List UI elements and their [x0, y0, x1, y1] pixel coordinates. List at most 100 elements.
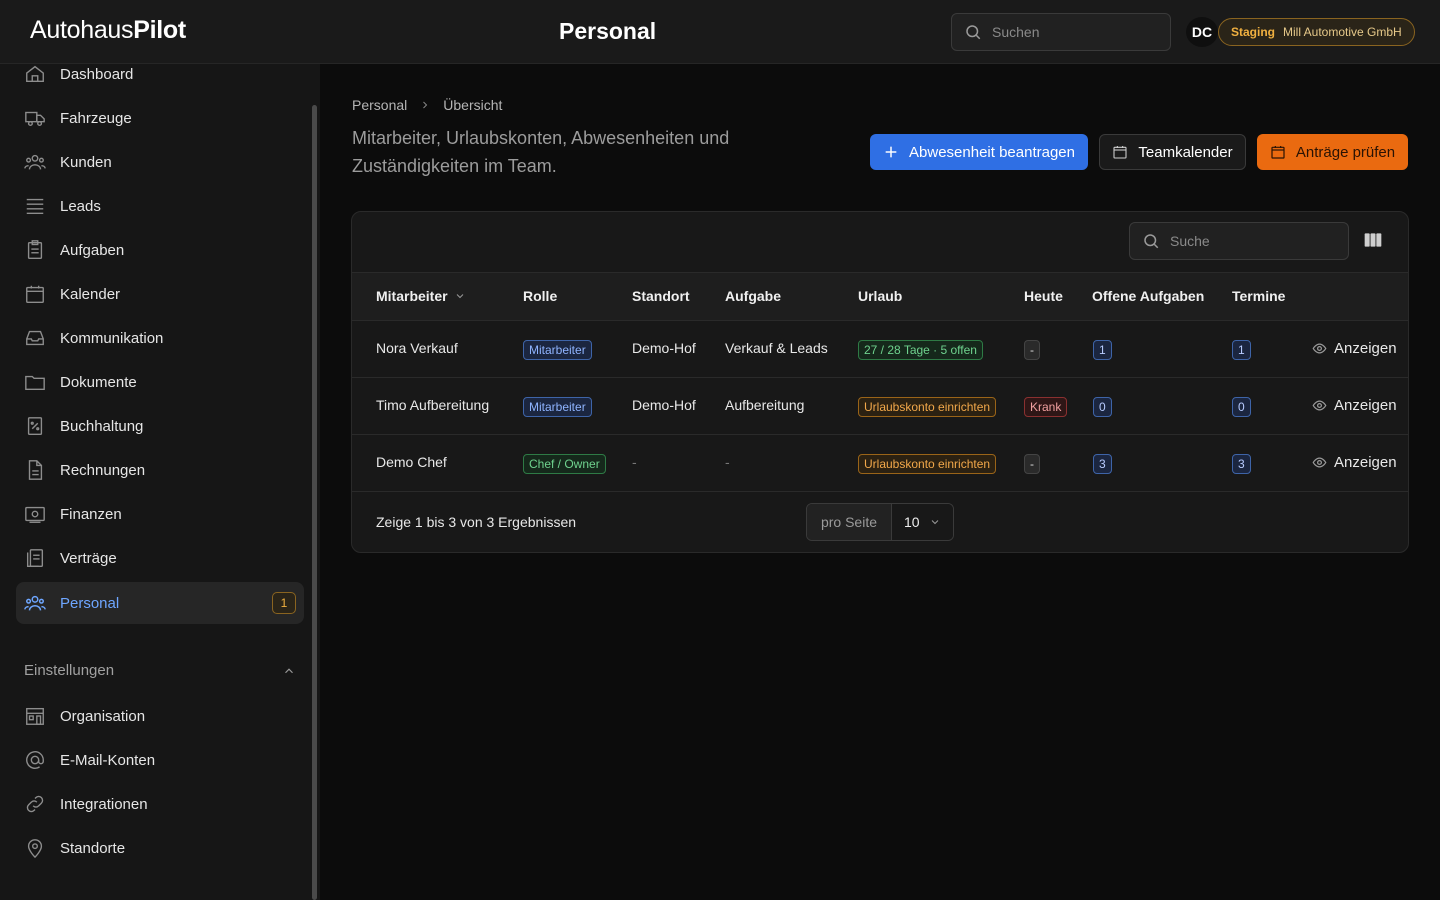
eye-icon — [1312, 457, 1327, 468]
at-icon — [24, 749, 46, 771]
sidebar: Dashboard Fahrzeuge Kunden Leads Aufgabe… — [0, 64, 320, 900]
per-page-dropdown[interactable]: 10 — [892, 504, 953, 540]
vacation-badge[interactable]: Urlaubskonto einrichten — [858, 397, 997, 417]
calendar-icon — [1271, 146, 1285, 159]
chevron-down-icon — [456, 294, 463, 299]
sidebar-item-dashboard[interactable]: Dashboard — [16, 54, 304, 94]
app-logo[interactable]: AutohausPilot — [30, 16, 186, 45]
chevron-down-icon — [931, 520, 939, 525]
column-header-offene-aufgaben[interactable]: Offene Aufgaben — [1092, 288, 1204, 304]
column-header-rolle[interactable]: Rolle — [523, 288, 557, 304]
banknote-icon — [24, 503, 46, 525]
sidebar-item-kalender[interactable]: Kalender — [16, 274, 304, 314]
per-page-select[interactable]: pro Seite 10 — [806, 503, 954, 541]
table-row[interactable]: Nora Verkauf Mitarbeiter Demo-Hof Verkau… — [352, 321, 1408, 378]
sidebar-item-email-konten[interactable]: E-Mail-Konten — [16, 740, 304, 780]
today-badge: Krank — [1024, 397, 1068, 417]
column-header-standort[interactable]: Standort — [632, 288, 690, 304]
sidebar-item-label: Aufgaben — [60, 241, 125, 259]
sidebar-item-label: Dokumente — [60, 373, 137, 391]
list-icon — [24, 195, 46, 217]
sidebar-item-kunden[interactable]: Kunden — [16, 142, 304, 182]
sidebar-item-leads[interactable]: Leads — [16, 186, 304, 226]
appointments-count: 3 — [1232, 454, 1251, 474]
chevron-right-icon — [423, 101, 428, 109]
view-button[interactable]: Anzeigen — [1312, 454, 1397, 471]
location-cell: Demo-Hof — [632, 397, 696, 413]
location-cell: - — [632, 454, 637, 470]
building-icon — [24, 705, 46, 727]
view-button[interactable]: Anzeigen — [1312, 397, 1397, 414]
team-calendar-button[interactable]: Teamkalender — [1099, 134, 1246, 170]
sidebar-item-aufgaben[interactable]: Aufgaben — [16, 230, 304, 270]
table-row[interactable]: Demo Chef Chef / Owner - - Urlaubskonto … — [352, 435, 1408, 492]
column-header-termine[interactable]: Termine — [1232, 288, 1285, 304]
table-search-input[interactable] — [1170, 233, 1320, 249]
sidebar-item-label: Kommunikation — [60, 329, 164, 347]
role-badge: Mitarbeiter — [523, 340, 592, 360]
breadcrumb-item-personal[interactable]: Personal — [352, 97, 407, 113]
map-pin-icon — [24, 837, 46, 859]
sidebar-item-label: Kunden — [60, 153, 112, 171]
eye-icon — [1312, 343, 1327, 354]
review-requests-button[interactable]: Anträge prüfen — [1257, 134, 1408, 170]
global-search[interactable] — [951, 13, 1171, 51]
request-absence-button[interactable]: Abwesenheit beantragen — [870, 134, 1088, 170]
pagination-summary: Zeige 1 bis 3 von 3 Ergebnissen — [376, 514, 577, 530]
table-row[interactable]: Timo Aufbereitung Mitarbeiter Demo-Hof A… — [352, 378, 1408, 435]
team-calendar-label: Teamkalender — [1138, 143, 1233, 161]
column-header-label: Mitarbeiter — [376, 288, 448, 304]
sidebar-item-buchhaltung[interactable]: Buchhaltung — [16, 406, 304, 446]
column-header-urlaub[interactable]: Urlaub — [858, 288, 902, 304]
employee-name: Timo Aufbereitung — [376, 397, 490, 413]
contract-icon — [24, 547, 46, 569]
sidebar-item-finanzen[interactable]: Finanzen — [16, 494, 304, 534]
sidebar-item-label: E-Mail-Konten — [60, 751, 156, 769]
table-header: Mitarbeiter Rolle Standort Aufgabe Urlau… — [352, 272, 1408, 321]
sidebar-item-label: Buchhaltung — [60, 417, 144, 435]
users-icon — [24, 151, 46, 173]
settings-section-toggle[interactable]: Einstellungen — [24, 662, 296, 679]
task-cell: Verkauf & Leads — [725, 340, 828, 356]
page-subtitle: Mitarbeiter, Urlaubskonten, Abwesenheite… — [352, 128, 730, 176]
global-search-input[interactable] — [992, 24, 1142, 40]
truck-icon — [24, 107, 46, 129]
sidebar-item-organisation[interactable]: Organisation — [16, 696, 304, 736]
column-header-mitarbeiter[interactable]: Mitarbeiter — [376, 288, 466, 304]
appointments-count: 1 — [1232, 340, 1251, 360]
column-toggle-button[interactable] — [1363, 230, 1385, 252]
sidebar-item-standorte[interactable]: Standorte — [16, 828, 304, 868]
today-badge: - — [1024, 340, 1040, 360]
avatar[interactable]: DC — [1186, 17, 1218, 47]
column-header-aufgabe[interactable]: Aufgabe — [725, 288, 781, 304]
organization-label: Mill Automotive GmbH — [1283, 25, 1402, 39]
view-label: Anzeigen — [1334, 397, 1397, 414]
view-button[interactable]: Anzeigen — [1312, 340, 1397, 357]
receipt-icon — [24, 415, 46, 437]
sidebar-item-vertraege[interactable]: Verträge — [16, 538, 304, 578]
sidebar-item-label: Rechnungen — [60, 461, 146, 479]
inbox-icon — [24, 327, 46, 349]
breadcrumb: Personal Übersicht — [352, 97, 502, 113]
sidebar-item-kommunikation[interactable]: Kommunikation — [16, 318, 304, 358]
page-title: Personal — [559, 18, 657, 44]
sidebar-item-label: Organisation — [60, 707, 146, 725]
sidebar-scrollbar[interactable] — [312, 105, 317, 900]
sidebar-item-label: Finanzen — [60, 505, 122, 523]
breadcrumb-item-uebersicht: Übersicht — [443, 97, 503, 113]
review-requests-label: Anträge prüfen — [1295, 143, 1396, 161]
open-tasks-count: 0 — [1093, 397, 1112, 417]
environment-badge[interactable]: Staging Mill Automotive GmbH — [1218, 18, 1415, 46]
location-cell: Demo-Hof — [632, 340, 696, 356]
sidebar-item-label: Verträge — [60, 549, 117, 567]
sidebar-item-dokumente[interactable]: Dokumente — [16, 362, 304, 402]
sidebar-item-rechnungen[interactable]: Rechnungen — [16, 450, 304, 490]
sidebar-item-fahrzeuge[interactable]: Fahrzeuge — [16, 98, 304, 138]
table-search[interactable] — [1129, 222, 1349, 260]
appointments-count: 0 — [1232, 397, 1251, 417]
sidebar-item-integrationen[interactable]: Integrationen — [16, 784, 304, 824]
column-header-heute[interactable]: Heute — [1024, 288, 1063, 304]
settings-section-label: Einstellungen — [24, 662, 115, 679]
vacation-badge[interactable]: Urlaubskonto einrichten — [858, 454, 997, 474]
sidebar-item-personal[interactable]: Personal 1 — [16, 582, 304, 624]
